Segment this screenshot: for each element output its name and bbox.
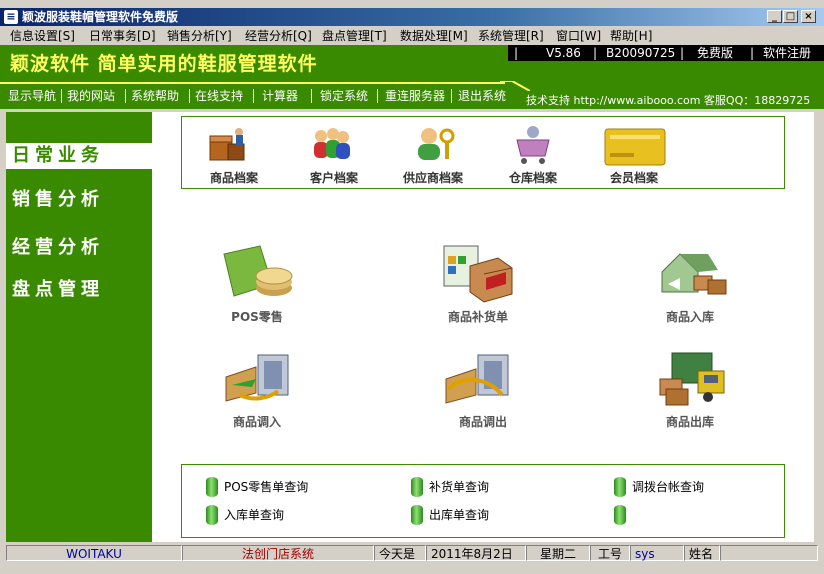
goods-transfer-in-label[interactable]: 商品调入	[207, 414, 307, 430]
tool-system-help[interactable]: 系统帮助	[131, 88, 179, 104]
sidebar-item-daily-business[interactable]: 日常业务	[12, 142, 104, 170]
tool-my-website[interactable]: 我的网站	[67, 88, 115, 104]
status-date: 2011年8月2日	[426, 545, 526, 561]
version-label: V5.86	[546, 46, 581, 60]
edition-label: 免费版	[697, 46, 734, 60]
support-info: 技术支持 http://www.aibooo.com 客服QQ：18829725	[526, 94, 811, 107]
query-stock-out-order[interactable]: 出库单查询	[429, 505, 489, 525]
status-name-label: 姓名	[684, 545, 720, 561]
query-restock-order[interactable]: 补货单查询	[429, 477, 489, 497]
goods-stock-out-label[interactable]: 商品出库	[640, 414, 740, 430]
coins-icon[interactable]	[222, 244, 294, 304]
quick-supplier-archive[interactable]: 供应商档案	[393, 170, 473, 186]
sidebar-item-inventory-management[interactable]: 盘点管理	[12, 276, 104, 304]
query-panel	[181, 464, 785, 538]
cart-icon[interactable]	[511, 124, 555, 166]
quick-goods-archive[interactable]: 商品档案	[194, 170, 274, 186]
restock-order-label[interactable]: 商品补货单	[428, 309, 528, 325]
status-store: 法创门店系统	[182, 545, 374, 561]
can-icon[interactable]	[614, 505, 626, 525]
sidebar-item-business-analysis[interactable]: 经营分析	[12, 234, 104, 262]
status-today-label: 今天是	[374, 545, 426, 561]
supplier-key-icon[interactable]	[413, 124, 457, 166]
people-icon[interactable]	[309, 124, 353, 166]
can-icon[interactable]	[206, 477, 218, 497]
tool-online-support[interactable]: 在线支持	[195, 88, 243, 104]
tool-reconnect-server[interactable]: 重连服务器	[385, 88, 445, 104]
menu-business-analysis[interactable]: 经营分析[Q]	[245, 28, 312, 44]
toolbar-rule	[0, 82, 505, 84]
transfer-in-icon[interactable]	[222, 349, 294, 409]
banner-slogan: 颖波软件 简单实用的鞋服管理软件	[10, 53, 318, 75]
tool-exit-system[interactable]: 退出系统	[458, 88, 506, 104]
menu-sales-analysis[interactable]: 销售分析[Y]	[167, 28, 232, 44]
app-icon[interactable]: ≡	[4, 10, 18, 24]
close-button[interactable]: ×	[801, 10, 816, 23]
can-icon[interactable]	[206, 505, 218, 525]
truck-icon[interactable]	[658, 349, 730, 409]
menu-system-management[interactable]: 系统管理[R]	[478, 28, 544, 44]
can-icon[interactable]	[614, 477, 626, 497]
restock-icon[interactable]	[442, 244, 514, 304]
menu-info-settings[interactable]: 信息设置[S]	[10, 28, 75, 44]
sidebar	[6, 112, 152, 542]
status-id-label: 工号	[590, 545, 630, 561]
query-pos-retail[interactable]: POS零售单查询	[224, 477, 308, 497]
menu-data-processing[interactable]: 数据处理[M]	[400, 28, 468, 44]
tool-calculator[interactable]: 计算器	[262, 88, 298, 104]
menu-inventory-check[interactable]: 盘点管理[T]	[322, 28, 387, 44]
quick-customer-archive[interactable]: 客户档案	[294, 170, 374, 186]
can-icon[interactable]	[411, 505, 423, 525]
goods-stock-in-label[interactable]: 商品入库	[640, 309, 740, 325]
status-name-value	[720, 545, 818, 561]
pos-retail-label[interactable]: POS零售	[207, 309, 307, 325]
menu-window[interactable]: 窗口[W]	[556, 28, 601, 44]
quick-member-archive[interactable]: 会员档案	[594, 170, 674, 186]
status-user: WOITAKU	[6, 545, 182, 561]
window-title: 颖波服装鞋帽管理软件免费版	[22, 10, 179, 24]
tool-show-navigation[interactable]: 显示导航	[8, 88, 56, 104]
member-card-icon[interactable]	[604, 126, 666, 168]
build-label: B20090725	[606, 46, 676, 60]
sidebar-item-sales-analysis[interactable]: 销售分析	[12, 186, 104, 214]
status-id-value: sys	[630, 545, 684, 561]
query-transfer-ledger[interactable]: 调拨台帐查询	[632, 477, 704, 497]
maximize-button[interactable]: □	[783, 10, 798, 23]
tool-lock-system[interactable]: 锁定系统	[320, 88, 368, 104]
goods-transfer-out-label[interactable]: 商品调出	[433, 414, 533, 430]
boxes-icon[interactable]	[206, 124, 250, 166]
warehouse-in-icon[interactable]	[658, 244, 730, 304]
minimize-button[interactable]: _	[767, 10, 782, 23]
register-link[interactable]: 软件注册	[763, 45, 811, 61]
menu-help[interactable]: 帮助[H]	[610, 28, 652, 44]
status-weekday: 星期二	[526, 545, 590, 561]
quick-warehouse-archive[interactable]: 仓库档案	[493, 170, 573, 186]
menu-daily-affairs[interactable]: 日常事务[D]	[89, 28, 156, 44]
transfer-out-icon[interactable]	[442, 349, 514, 409]
can-icon[interactable]	[411, 477, 423, 497]
query-stock-in-order[interactable]: 入库单查询	[224, 505, 284, 525]
